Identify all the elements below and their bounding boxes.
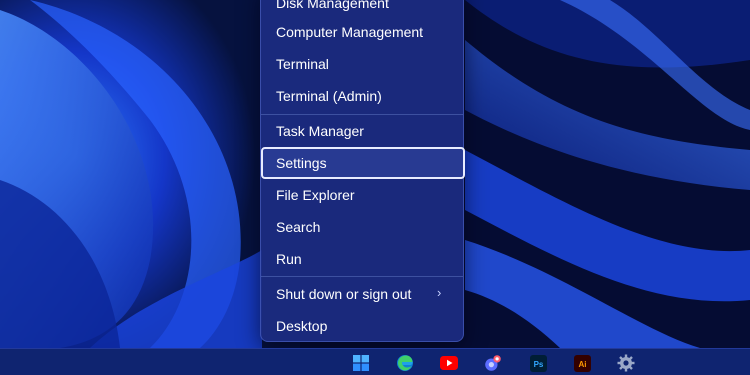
menu-item-label: Search (276, 218, 321, 235)
quick-link-context-menu: Disk Management Computer Management Term… (260, 0, 465, 342)
photoshop-label: Ps (533, 360, 543, 369)
photoshop-icon[interactable]: Ps (529, 354, 547, 372)
settings-gear-icon[interactable] (617, 354, 635, 372)
taskbar: Ps Ai (0, 348, 750, 375)
edge-browser-icon[interactable] (396, 354, 414, 372)
menu-item-label: Terminal (Admin) (276, 87, 382, 104)
menu-item-file-explorer[interactable]: File Explorer (261, 179, 465, 210)
menu-item-label: Shut down or sign out (276, 285, 412, 302)
menu-item-label: Computer Management (276, 23, 424, 40)
menu-item-label: Task Manager (276, 122, 364, 139)
youtube-icon[interactable] (440, 354, 458, 372)
menu-separator (261, 276, 463, 277)
menu-item-label: Terminal (276, 55, 329, 72)
menu-item-search[interactable]: Search (261, 211, 465, 242)
menu-item-label: Desktop (276, 317, 328, 334)
menu-item-shut-down-or-sign-out[interactable]: Shut down or sign out › (261, 278, 465, 309)
menu-item-label: Disk Management (276, 0, 389, 11)
menu-item-terminal[interactable]: Terminal (261, 48, 465, 79)
menu-item-label: File Explorer (276, 186, 355, 203)
chevron-right-icon: › (437, 285, 442, 300)
menu-item-computer-management[interactable]: Computer Management (261, 16, 465, 47)
illustrator-icon[interactable]: Ai (573, 354, 591, 372)
illustrator-label: Ai (578, 360, 586, 369)
menu-item-desktop[interactable]: Desktop (261, 310, 465, 341)
menu-item-label: Settings (276, 155, 327, 171)
windows-start-icon[interactable] (352, 354, 370, 372)
menu-item-settings[interactable]: Settings (261, 147, 465, 179)
chat-app-icon[interactable] (484, 354, 502, 372)
menu-item-run[interactable]: Run (261, 243, 465, 274)
menu-item-terminal-admin[interactable]: Terminal (Admin) (261, 80, 465, 111)
menu-item-task-manager[interactable]: Task Manager (261, 115, 465, 146)
menu-item-label: Run (276, 250, 302, 267)
